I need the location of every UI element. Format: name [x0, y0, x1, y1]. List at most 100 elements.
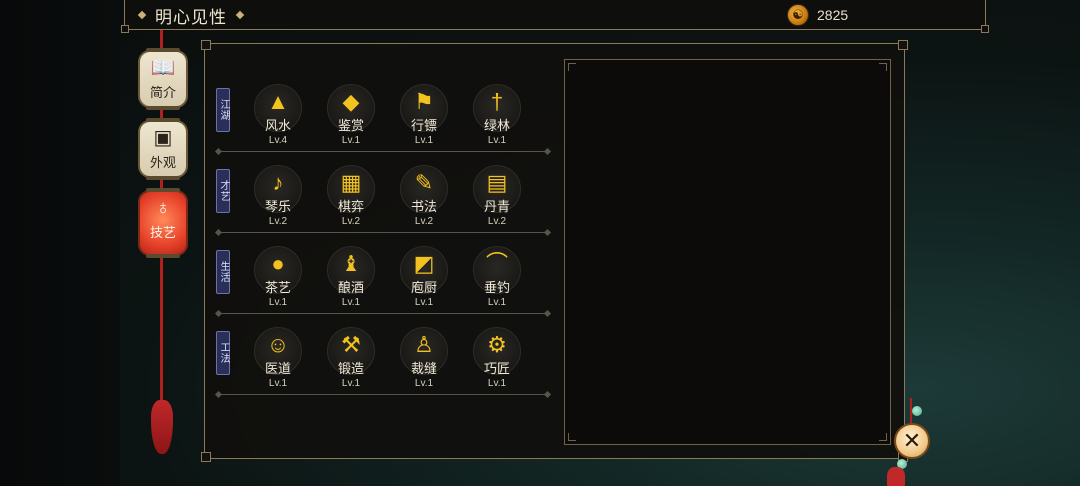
skill-name: 丹青: [483, 199, 510, 214]
skill-fengshui[interactable]: ▲ 风水 Lv.4: [253, 84, 303, 150]
skill-level: Lv.1: [414, 135, 434, 146]
skills-panel: 江湖 ▲ 风水 Lv.4 ◆ 鉴赏 Lv.1 ⚑ 行镖 Lv.1 † 绿林 Lv…: [201, 40, 908, 462]
skill-shufa[interactable]: ✎ 书法 Lv.2: [399, 165, 449, 231]
skill-icon-frame: ⚑ 行镖: [400, 84, 448, 133]
skill-name: 巧匠: [483, 361, 510, 376]
banner-flag-icon: ⚑: [414, 89, 434, 114]
skill-icon-frame: ⚒ 锻造: [327, 327, 375, 376]
currency-value: 2825: [817, 7, 849, 23]
skill-name: 鉴赏: [337, 118, 364, 133]
skill-level: Lv.1: [268, 378, 288, 389]
lantern-cap: [146, 48, 180, 52]
nav-tab-skills[interactable]: ♁ 技艺: [138, 188, 188, 258]
lantern-cap: [146, 118, 180, 122]
nav-tab-intro[interactable]: 📖 简介: [138, 48, 188, 110]
skill-niangjiu[interactable]: ♝ 酿酒 Lv.1: [326, 246, 376, 312]
skill-lulin[interactable]: † 绿林 Lv.1: [472, 84, 522, 150]
skill-icon-frame: ◆ 鉴赏: [327, 84, 375, 133]
skill-category-shenghuo: 生活 ● 茶艺 Lv.1 ♝ 酿酒 Lv.1 ◩ 庖厨 Lv.1 ⌒ 垂钓 Lv…: [215, 246, 551, 326]
skill-level: Lv.1: [487, 135, 507, 146]
lantern-cap: [146, 106, 180, 110]
skill-name: 行镖: [410, 118, 437, 133]
diamond-ornament-icon: [137, 10, 147, 20]
page-title-wrap: 明心见性: [137, 3, 245, 27]
skill-icon-frame: ▤ 丹青: [473, 165, 521, 214]
skill-icon-frame: ⌒ 垂钓: [473, 246, 521, 295]
skill-name: 医道: [264, 361, 291, 376]
nav-tab-appearance-label: 外观: [149, 155, 176, 170]
fishing-rod-icon: ⌒: [485, 251, 508, 276]
detail-corner: [568, 433, 576, 441]
skill-name: 书法: [410, 199, 437, 214]
book-icon: 📖: [150, 57, 176, 79]
skill-name: 绿林: [483, 118, 510, 133]
category-label: 生活: [216, 250, 230, 294]
detail-corner: [879, 433, 887, 441]
title-bar-corner-left: [121, 25, 129, 33]
title-bar: 明心见性 ☯ 2825: [121, 0, 989, 33]
panel-corner: [898, 40, 908, 50]
pipa-icon: ♁: [155, 197, 171, 219]
skill-icon-frame: ✎ 书法: [400, 165, 448, 214]
skill-name: 庖厨: [410, 280, 437, 295]
robe-icon: ♙: [414, 332, 434, 357]
skill-level: Lv.1: [341, 297, 361, 308]
skill-chayi[interactable]: ● 茶艺 Lv.1: [253, 246, 303, 312]
nav-tassel: [151, 400, 173, 454]
cleaver-icon: ◩: [413, 251, 435, 276]
row-divider: [218, 394, 548, 395]
skill-name: 锻造: [337, 361, 364, 376]
skill-category-jianghu: 江湖 ▲ 风水 Lv.4 ◆ 鉴赏 Lv.1 ⚑ 行镖 Lv.1 † 绿林 Lv…: [215, 84, 551, 164]
diamond-ornament-icon: [235, 10, 245, 20]
skill-level: Lv.2: [341, 216, 361, 227]
skill-yidao[interactable]: ☺ 医道 Lv.1: [253, 327, 303, 393]
lantern-cap: [146, 188, 180, 192]
skill-qinyue[interactable]: ♪ 琴乐 Lv.2: [253, 165, 303, 231]
skill-level: Lv.2: [414, 216, 434, 227]
skill-level: Lv.1: [414, 378, 434, 389]
skill-qiyi[interactable]: ▦ 棋弈 Lv.2: [326, 165, 376, 231]
row-divider: [218, 232, 548, 233]
nav-tab-intro-label: 简介: [149, 85, 176, 100]
title-bar-corner-right: [981, 25, 989, 33]
skill-name: 裁缝: [410, 361, 437, 376]
skill-icon-frame: ⚙ 巧匠: [473, 327, 521, 376]
skill-icon-frame: ♙ 裁缝: [400, 327, 448, 376]
jade-gem-icon: ◆: [342, 89, 360, 114]
skill-icon-frame: ♪ 琴乐: [254, 165, 302, 214]
skill-name: 酿酒: [337, 280, 364, 295]
nav-tab-appearance[interactable]: ▣ 外观: [138, 118, 188, 180]
skill-level: Lv.1: [414, 297, 434, 308]
skill-xingbiao[interactable]: ⚑ 行镖 Lv.1: [399, 84, 449, 150]
skill-level: Lv.4: [268, 135, 288, 146]
skill-paochu[interactable]: ◩ 庖厨 Lv.1: [399, 246, 449, 312]
skill-icon-frame: ◩ 庖厨: [400, 246, 448, 295]
skill-icon-frame: ♝ 酿酒: [327, 246, 375, 295]
panel-corner: [201, 40, 211, 50]
skill-caifeng[interactable]: ♙ 裁缝 Lv.1: [399, 327, 449, 393]
skill-icon-frame: † 绿林: [473, 84, 521, 133]
skill-category-gongfa: 工法 ☺ 医道 Lv.1 ⚒ 锻造 Lv.1 ♙ 裁缝 Lv.1 ⚙ 巧匠 Lv…: [215, 327, 551, 407]
skill-jianshang[interactable]: ◆ 鉴赏 Lv.1: [326, 84, 376, 150]
coin-icon: ☯: [787, 4, 809, 26]
nav-tab-skills-label: 技艺: [149, 225, 176, 240]
skill-name: 棋弈: [337, 199, 364, 214]
category-label: 江湖: [216, 88, 230, 132]
skill-danqing[interactable]: ▤ 丹青 Lv.2: [472, 165, 522, 231]
left-background: [0, 0, 120, 486]
category-label: 工法: [216, 331, 230, 375]
skill-chuidiao[interactable]: ⌒ 垂钓 Lv.1: [472, 246, 522, 312]
skill-level: Lv.1: [487, 297, 507, 308]
skill-icon-frame: ▦ 棋弈: [327, 165, 375, 214]
anvil-icon: ⚒: [341, 332, 361, 357]
skill-detail-panel: [564, 59, 891, 445]
skill-name: 垂钓: [483, 280, 510, 295]
teapot-icon: ●: [271, 251, 285, 276]
skill-qiaojiang[interactable]: ⚙ 巧匠 Lv.1: [472, 327, 522, 393]
skill-level: Lv.1: [341, 135, 361, 146]
close-button[interactable]: ✕: [894, 423, 930, 459]
hammer-icon: ⚙: [487, 332, 507, 357]
skill-icon-frame: ▲ 风水: [254, 84, 302, 133]
lantern-cap: [146, 254, 180, 258]
skill-duanzao[interactable]: ⚒ 锻造 Lv.1: [326, 327, 376, 393]
